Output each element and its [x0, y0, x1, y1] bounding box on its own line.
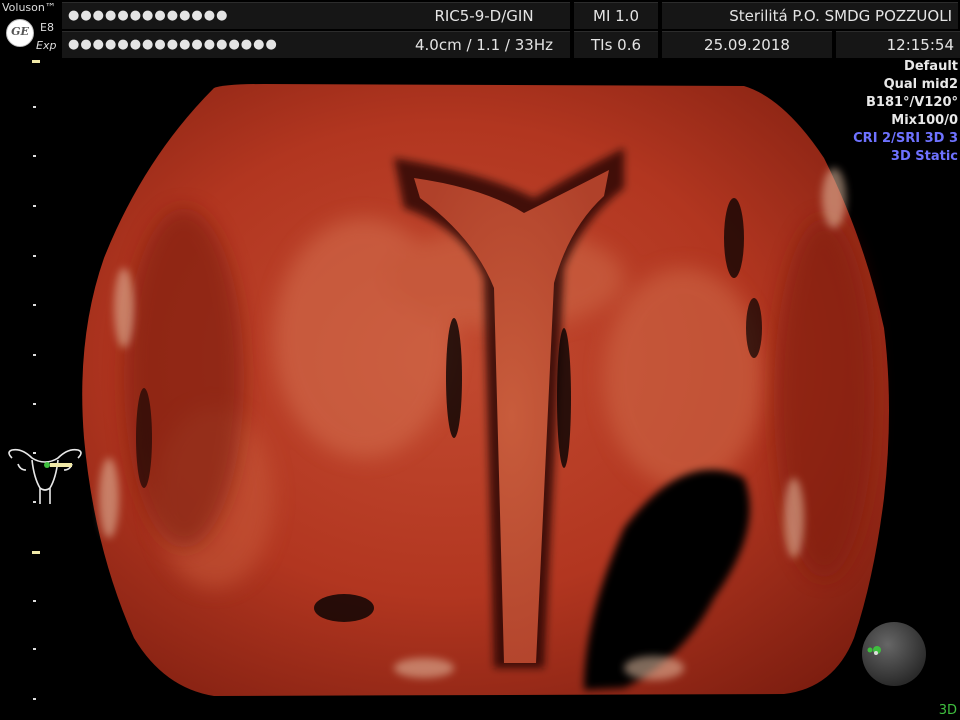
- ruler-tick: [33, 255, 36, 257]
- ruler-tick: [33, 698, 36, 700]
- ruler-tick: [32, 60, 40, 63]
- model-label: E8: [40, 21, 54, 34]
- brand-label: Voluson™: [2, 1, 56, 14]
- ruler-tick: [33, 304, 36, 306]
- ruler-tick: [32, 551, 40, 554]
- ge-logo-icon: GE: [6, 19, 34, 47]
- ge-logo-text: GE: [11, 25, 29, 38]
- header-bar: Voluson™ GE E8 Exp ●●●●●●●●●●●●● ●●●●●●●…: [0, 0, 960, 58]
- time-label: 12:15:54: [836, 31, 960, 58]
- ruler-tick: [33, 205, 36, 207]
- mi-label: MI 1.0: [574, 2, 658, 29]
- tis-label: TIs 0.6: [574, 31, 658, 58]
- ruler-tick: [33, 155, 36, 157]
- date-label: 25.09.2018: [662, 31, 832, 58]
- orientation-sphere-icon[interactable]: [860, 620, 928, 688]
- ruler-tick: [33, 403, 36, 405]
- ruler-tick: [33, 106, 36, 108]
- logo-area: Voluson™ GE E8 Exp: [0, 0, 60, 58]
- ultrasound-3d-render[interactable]: [64, 78, 904, 700]
- depth-ruler: [30, 58, 42, 718]
- patient-name-field: ●●●●●●●●●●●●●: [62, 2, 400, 29]
- mode-label: Exp: [36, 39, 57, 52]
- patient-id-field: ●●●●●●●●●●●●●●●●●: [62, 31, 400, 58]
- preset-label: Default: [904, 59, 958, 74]
- ruler-tick: [33, 354, 36, 356]
- institution-label: Sterilitá P.O. SMDG POZZUOLI: [662, 2, 958, 29]
- render-mode-corner-label: 3D: [938, 703, 957, 718]
- ruler-tick: [33, 648, 36, 650]
- probe-label: RIC5-9-D/GIN: [398, 2, 570, 29]
- ruler-tick: [33, 600, 36, 602]
- uterus-icon: [8, 448, 82, 504]
- depth-settings-label: 4.0cm / 1.1 / 33Hz: [398, 31, 570, 58]
